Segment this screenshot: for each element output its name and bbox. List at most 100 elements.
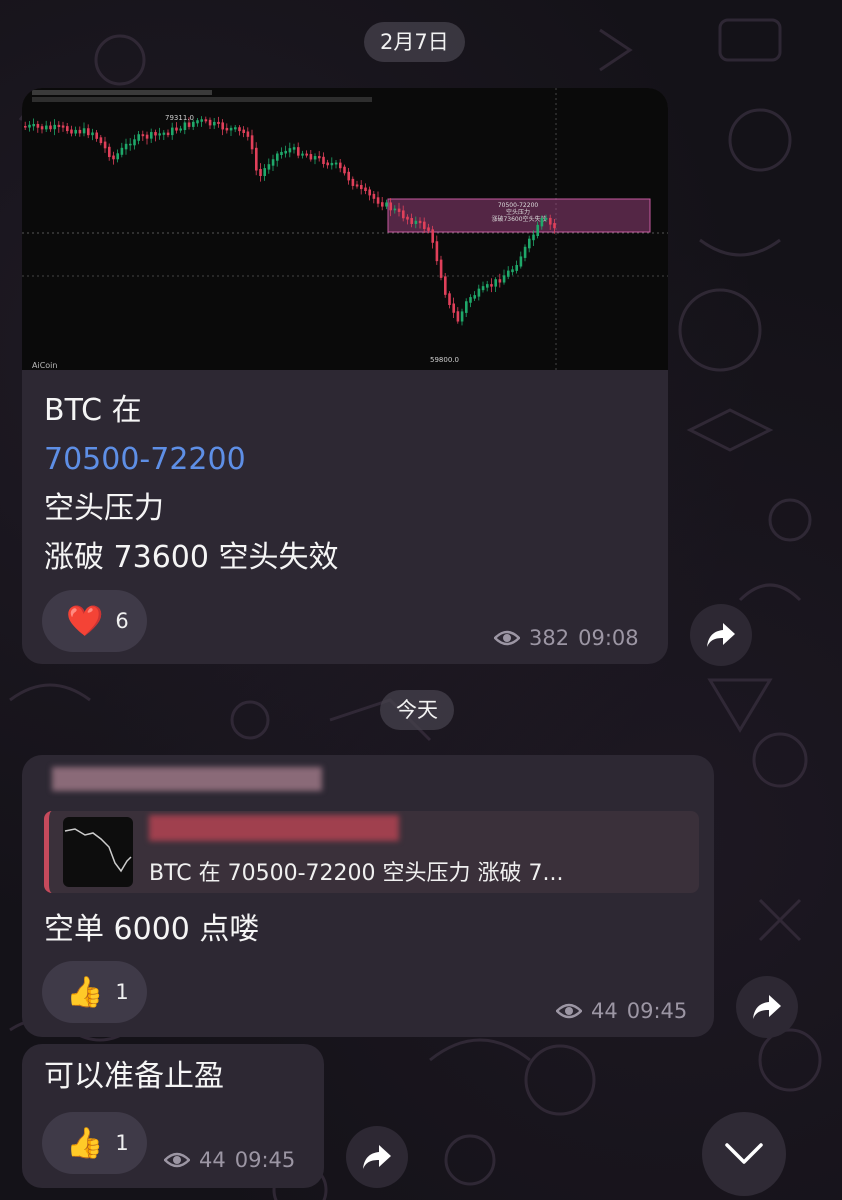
eye-icon — [494, 630, 520, 646]
candle-body — [208, 119, 212, 126]
candle-body — [435, 241, 439, 262]
candle-body — [481, 286, 485, 291]
candle-body — [393, 208, 397, 211]
candle-body — [339, 162, 342, 169]
reply-quote[interactable]: BTC 在 70500-72200 空头压力 涨破 7... — [44, 811, 699, 893]
candle-body — [498, 279, 502, 283]
candle-body — [263, 168, 266, 177]
candle-body — [280, 151, 283, 156]
share-button[interactable] — [346, 1126, 408, 1188]
candle-body — [292, 147, 296, 150]
candle-body — [217, 121, 220, 124]
candle-body — [154, 132, 157, 136]
reaction-thumbs-up[interactable]: 👍 1 — [42, 1112, 147, 1174]
candle-body — [70, 129, 73, 134]
candle-body — [36, 123, 40, 128]
candle-body — [414, 220, 418, 224]
view-count: 382 — [529, 626, 570, 650]
candle-body — [99, 137, 103, 144]
candle-body — [103, 141, 107, 149]
candle-body — [397, 208, 401, 212]
candle-body — [322, 156, 325, 165]
candle-body — [129, 143, 132, 146]
candle-body — [448, 293, 451, 306]
message-line: 涨破 73600 空头失效 — [44, 540, 339, 575]
candle-body — [246, 131, 250, 137]
candle-body — [24, 126, 27, 128]
eye-icon — [164, 1152, 190, 1168]
candle-body — [238, 127, 241, 132]
candle-body — [486, 284, 489, 288]
candle-body — [137, 134, 140, 141]
candle-body — [515, 265, 518, 271]
message-bubble-text[interactable]: 可以准备止盈 👍 1 44 09:45 — [22, 1044, 324, 1188]
candle-body — [364, 187, 367, 191]
candle-body — [284, 150, 287, 154]
candle-body — [187, 122, 191, 127]
candle-body — [213, 121, 216, 126]
candle-body — [360, 185, 363, 190]
share-button[interactable] — [736, 976, 798, 1038]
message-link-range[interactable]: 70500-72200 — [44, 435, 339, 484]
candle-body — [431, 229, 434, 243]
chart-zone-line-2: 空头压力 — [506, 208, 530, 216]
candle-body — [305, 153, 308, 156]
candle-body — [234, 127, 237, 130]
candle-body — [91, 132, 94, 136]
message-time: 09:45 — [626, 999, 688, 1023]
candle-body — [82, 128, 86, 134]
candle-body — [477, 288, 481, 297]
reaction-thumbs-up[interactable]: 👍 1 — [42, 961, 147, 1023]
candle-body — [456, 311, 460, 322]
share-arrow-icon — [753, 995, 781, 1019]
candle-body — [410, 218, 413, 224]
candle-body — [439, 259, 443, 278]
chart-watermark: AiCoin — [32, 361, 57, 370]
candle-body — [40, 126, 44, 130]
candle-body — [523, 246, 527, 258]
candle-body — [372, 193, 376, 199]
candle-body — [162, 132, 166, 135]
candle-body — [385, 202, 388, 207]
view-count: 44 — [199, 1148, 226, 1172]
candle-body — [61, 125, 65, 128]
candle-body — [45, 125, 48, 130]
candle-body — [87, 128, 90, 136]
reply-thumbnail — [63, 817, 133, 887]
chart-image[interactable]: 70500-72200 空头压力 涨破73600空头失效 79311.0 598… — [22, 88, 668, 370]
candle-body — [133, 139, 136, 146]
candle-body — [196, 120, 199, 124]
message-line: 空头压力 — [44, 491, 164, 526]
share-arrow-icon — [363, 1145, 391, 1169]
reaction-heart[interactable]: ❤️ 6 — [42, 590, 147, 652]
share-button[interactable] — [690, 604, 752, 666]
candle-body — [28, 124, 31, 128]
candle-body — [553, 223, 556, 229]
candle-body — [49, 125, 52, 130]
candle-body — [519, 256, 523, 267]
scroll-to-bottom-button[interactable] — [702, 1112, 786, 1196]
candle-body — [507, 270, 510, 277]
candle-body — [66, 126, 69, 132]
candle-body — [166, 132, 170, 136]
candle-body — [141, 134, 145, 137]
chart-zone-line-3: 涨破73600空头失效 — [491, 215, 546, 223]
candle-body — [423, 221, 426, 229]
candle-body — [473, 295, 476, 299]
candle-body — [460, 311, 464, 322]
candle-body — [549, 217, 552, 225]
candle-body — [175, 127, 178, 131]
candle-body — [116, 153, 119, 160]
candle-body — [511, 269, 514, 273]
blurred-sender-name — [52, 767, 322, 791]
candle-body — [368, 189, 371, 196]
message-bubble-reply[interactable]: BTC 在 70500-72200 空头压力 涨破 7... 空单 6000 点… — [22, 755, 714, 1037]
candle-body — [271, 159, 275, 166]
blurred-reply-author — [149, 815, 399, 841]
message-bubble-chart-post[interactable]: 70500-72200 空头压力 涨破73600空头失效 79311.0 598… — [22, 88, 668, 664]
candle-body — [444, 276, 447, 295]
candle-body — [427, 227, 430, 231]
reaction-count: 1 — [115, 1131, 129, 1155]
candle-body — [313, 156, 317, 160]
reply-thumbnail-chart — [64, 828, 132, 873]
